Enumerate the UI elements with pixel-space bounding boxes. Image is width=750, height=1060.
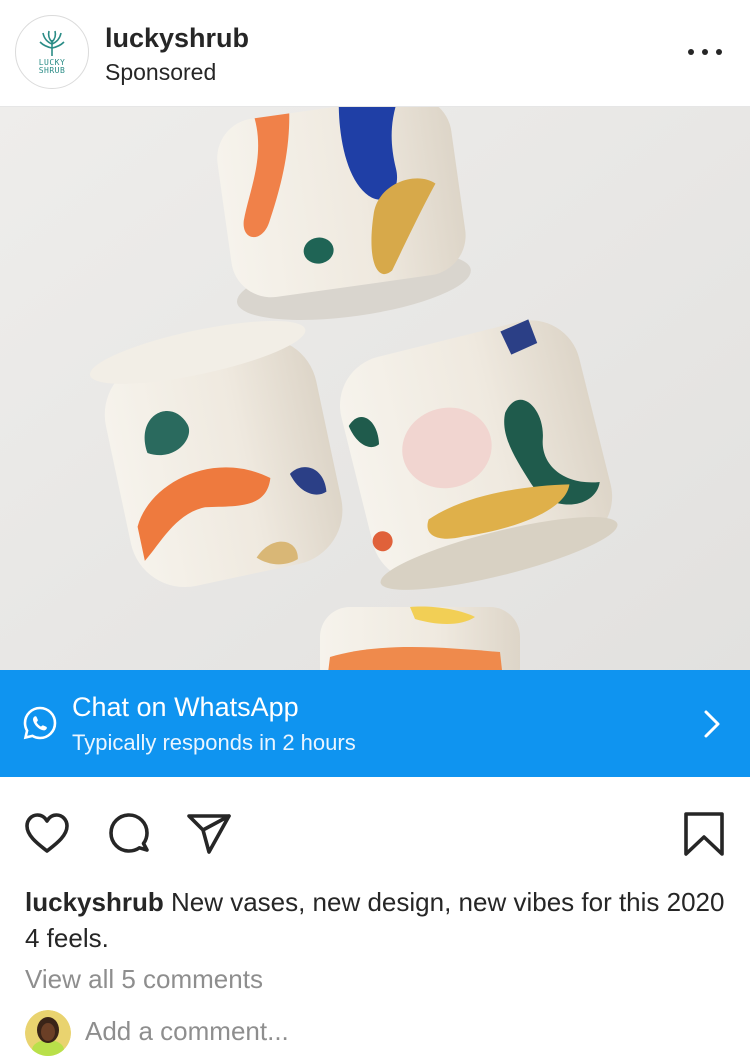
whatsapp-icon [23, 706, 57, 740]
plant-logo-icon [39, 30, 65, 56]
more-options-button[interactable] [688, 40, 722, 64]
more-dot [716, 49, 722, 55]
cup-bottom [320, 606, 520, 670]
send-icon[interactable] [185, 810, 233, 858]
whatsapp-cta-button[interactable]: Chat on WhatsApp Typically responds in 2… [0, 670, 750, 777]
post-username[interactable]: luckyshrub [105, 23, 249, 54]
more-dot [688, 49, 694, 55]
profile-avatar[interactable]: LUCKY SHRUB [15, 15, 89, 89]
post-actions [0, 800, 750, 864]
add-comment-row [25, 1010, 725, 1060]
ceramic-cups-photo [0, 107, 750, 670]
post-image[interactable] [0, 107, 750, 670]
post-header: LUCKY SHRUB luckyshrub Sponsored [0, 0, 750, 107]
logo-wordmark: LUCKY SHRUB [38, 57, 66, 75]
post-caption: luckyshrub New vases, new design, new vi… [25, 884, 730, 956]
view-all-comments-link[interactable]: View all 5 comments [25, 964, 263, 995]
more-dot [702, 49, 708, 55]
chevron-right-icon [704, 710, 720, 738]
caption-username[interactable]: luckyshrub [25, 887, 164, 917]
add-comment-input[interactable] [85, 1016, 685, 1047]
user-avatar [25, 1010, 71, 1056]
heart-icon[interactable] [23, 810, 71, 858]
cta-subtitle: Typically responds in 2 hours [72, 730, 356, 755]
comment-icon[interactable] [105, 810, 153, 858]
sponsored-label: Sponsored [105, 59, 217, 85]
bookmark-icon[interactable] [680, 810, 728, 858]
cta-title: Chat on WhatsApp [72, 692, 299, 722]
